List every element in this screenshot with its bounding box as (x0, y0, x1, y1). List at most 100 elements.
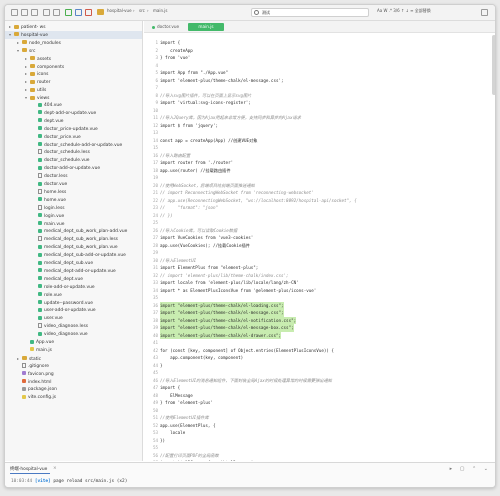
vue-icon (38, 221, 42, 225)
code-line: import App from "./App.vue" (160, 70, 229, 75)
tree-folder[interactable]: ▾ views (5, 94, 142, 102)
tree-file[interactable]: dept-add-or-update.vue (5, 110, 142, 118)
line-number: 14 (152, 137, 158, 143)
vue-icon (38, 300, 42, 304)
code-line: // }) (160, 212, 173, 218)
debug-icon[interactable] (75, 9, 82, 16)
tree-folder[interactable]: ▾ src (5, 47, 142, 55)
code-line: //使用ElementUI插件库 (160, 415, 209, 420)
tree-item-label: icons (37, 72, 49, 78)
code-line: const app = createApp(App) //创建VUE对象 (160, 137, 258, 143)
line-number: 32 (152, 272, 158, 278)
tree-file[interactable]: main.js (5, 347, 142, 355)
tree-folder[interactable]: ▸ patient- ws (5, 23, 142, 31)
tree-file[interactable]: doctor.less (5, 173, 142, 181)
tree-folder[interactable]: ▸ static (5, 355, 142, 363)
back-icon[interactable] (43, 9, 50, 16)
tree-file[interactable]: doctor_price-update.vue (5, 126, 142, 134)
tree-file[interactable]: medical_dept-add-or-update.vue (5, 268, 142, 276)
scrollbar-thumb[interactable] (492, 35, 495, 95)
tree-file[interactable]: doctor_schedule.vue (5, 157, 142, 165)
tree-file[interactable]: App.vue (5, 339, 142, 347)
tree-folder[interactable]: ▸ components (5, 63, 142, 71)
tree-file[interactable]: medical_dept_sub_work_plan.less (5, 236, 142, 244)
code-line: import html2Canvas from 'html2canvas' (160, 459, 253, 461)
tree-folder[interactable]: ▸ icons (5, 70, 142, 78)
tree-file[interactable]: login.less (5, 204, 142, 213)
code-editor[interactable]: doctor.vue main.js 1 import {2 createApp 3… (144, 21, 495, 461)
tree-folder[interactable]: ▾ hospital-vue (5, 30, 142, 39)
breadcrumb-file[interactable]: main.js (153, 8, 167, 13)
vue-icon (38, 284, 42, 289)
search-input[interactable]: 测试 (251, 8, 369, 17)
line-number: 11 (152, 115, 158, 120)
tree-folder[interactable]: ▸ utils (5, 86, 142, 94)
tree-file[interactable]: doctor_price.vue (5, 134, 142, 142)
tree-file[interactable]: vite.config.js (5, 394, 142, 402)
panel-controls[interactable]: ▸ ▢ ⌃ ⌄ (450, 466, 491, 472)
code-line: }) (160, 437, 166, 443)
code-line: //导入路由配置 (160, 152, 191, 158)
tree-item-label: medical_dept.vue (44, 276, 83, 282)
tree-file[interactable]: role-add-or-update.vue (5, 284, 142, 292)
tree-file[interactable]: video_diagnose.less (5, 323, 142, 331)
breadcrumb-folder[interactable]: src (139, 8, 145, 13)
run-icon[interactable] (65, 9, 72, 16)
tab-doctor-vue[interactable]: doctor.vue (146, 23, 185, 31)
tree-file[interactable]: medical_dept_sub-add-or-update.vue (5, 252, 142, 260)
tree-file[interactable]: favicon.png (5, 371, 142, 379)
tree-file[interactable]: home.vue (5, 197, 142, 205)
tree-file[interactable]: home.less (5, 188, 142, 197)
open-icon[interactable] (31, 9, 38, 16)
tree-file[interactable]: medical_dept.vue (5, 276, 142, 284)
tree-item-label: favicon.png (28, 371, 54, 377)
line-number: 42 (152, 347, 158, 353)
line-number: 16 (152, 152, 158, 158)
tree-file[interactable]: .gitignore (5, 362, 142, 371)
tree-file[interactable]: medical_dept_sub.vue (5, 260, 142, 268)
folder-icon (14, 32, 19, 37)
new-file-icon[interactable] (21, 9, 28, 16)
tree-file[interactable]: package.json (5, 386, 142, 394)
tree-file[interactable]: user.vue (5, 315, 142, 323)
stop-icon[interactable] (85, 9, 92, 16)
line-number: 57 (144, 459, 158, 461)
tree-file[interactable]: login.vue (5, 213, 142, 221)
tree-file[interactable]: user-add-or-update.vue (5, 307, 142, 315)
close-search-icon[interactable] (481, 9, 488, 16)
terminal-message: page reload src/main.js (x2) (50, 479, 128, 484)
editor-scrollbar[interactable] (492, 35, 495, 455)
tree-folder[interactable]: ▸ assets (5, 55, 142, 63)
tree-file[interactable]: medical_dept_sub_work_plan-add.vue (5, 228, 142, 236)
tree-file[interactable]: update--password.vue (5, 300, 142, 308)
sidebar-toggle-icon[interactable] (11, 9, 18, 16)
tree-file[interactable]: main.vue (5, 221, 142, 229)
tree-item-label: medical_dept_sub_work_plan-add.vue (44, 229, 128, 235)
tree-file[interactable]: video_diagnose.vue (5, 331, 142, 339)
terminal-output: 10:03:44 [vite] page reload src/main.js … (11, 479, 127, 484)
tree-file[interactable]: dept.vue (5, 118, 142, 126)
tree-file[interactable]: role.vue (5, 292, 142, 300)
close-icon[interactable]: × (53, 466, 57, 471)
line-number: 27 (152, 235, 158, 240)
terminal-tab[interactable]: 终端-hospital-vue (10, 466, 47, 472)
tab-main-js[interactable]: main.js (188, 23, 224, 31)
code-line: createApp (160, 47, 193, 53)
tree-file[interactable]: index.html (5, 379, 142, 387)
folder-icon (30, 56, 35, 61)
tree-file[interactable]: doctor.vue (5, 181, 142, 189)
breadcrumb-project[interactable]: hospital-vue (107, 8, 132, 13)
code-line: locale (160, 430, 186, 435)
tree-item-label: medical_dept_sub-add-or-update.vue (44, 253, 126, 259)
tree-file[interactable]: 404.vue (5, 102, 142, 110)
forward-icon[interactable] (53, 9, 60, 16)
img-icon (22, 371, 26, 376)
tree-file[interactable]: doctor-add-or-update.vue (5, 165, 142, 173)
tree-folder[interactable]: ▸ router (5, 78, 142, 86)
search-options[interactable]: Aa W .* 3/6 ↑ ↓ ≡ 全部替换 (377, 8, 431, 14)
tree-file[interactable]: medical_dept_sub_work_plan.vue (5, 244, 142, 252)
tree-folder[interactable]: ▸ node_modules (5, 39, 142, 47)
line-number: 48 (152, 392, 158, 398)
tree-file[interactable]: doctor_schedule.less (5, 149, 142, 157)
tree-file[interactable]: doctor_schedule-add-or-update.vue (5, 142, 142, 150)
